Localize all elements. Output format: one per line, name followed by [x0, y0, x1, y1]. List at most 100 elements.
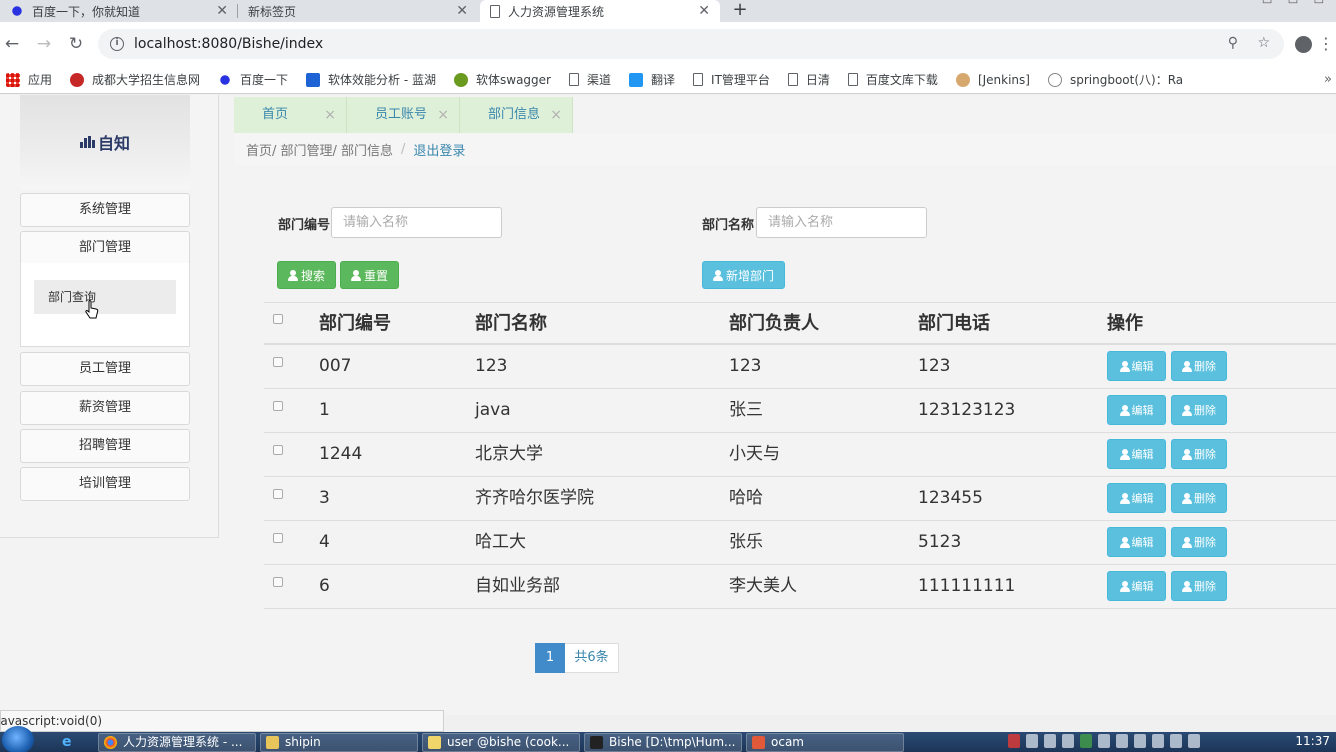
bookmark-label: 渠道 — [587, 73, 612, 87]
close-icon[interactable]: × — [550, 97, 562, 133]
edit-button-label: 编辑 — [1131, 580, 1154, 593]
zoom-icon[interactable]: ⚲ — [1228, 35, 1238, 51]
edit-button[interactable]: 编辑 — [1107, 527, 1166, 557]
bookmark-item[interactable]: [Jenkins] — [955, 72, 1030, 87]
bookmark-item[interactable]: 日清 — [787, 71, 830, 88]
edit-button[interactable]: 编辑 — [1107, 571, 1166, 601]
close-icon[interactable]: × — [437, 97, 449, 133]
close-icon[interactable]: ✕ — [216, 3, 228, 19]
logout-link[interactable]: 退出登录 — [413, 140, 465, 159]
address-bar[interactable]: i localhost:8080/Bishe/index ⚲ ☆ — [98, 29, 1284, 59]
info-icon[interactable]: i — [110, 37, 124, 51]
row-checkbox[interactable] — [273, 401, 283, 411]
tab-employee-account[interactable]: 员工账号 × — [347, 97, 460, 133]
bookmark-item[interactable]: springboot(八)：Ra — [1047, 71, 1183, 88]
row-checkbox[interactable] — [273, 533, 283, 543]
edit-button[interactable]: 编辑 — [1107, 351, 1166, 381]
delete-button[interactable]: 删除 — [1171, 571, 1227, 601]
search-button[interactable]: 搜索 — [277, 261, 336, 289]
bookmark-item[interactable]: 百度一下 — [218, 71, 288, 88]
tab-department-info[interactable]: 部门信息 × — [460, 97, 573, 133]
menu-recruitment[interactable]: 招聘管理 — [20, 429, 190, 463]
address-url[interactable]: localhost:8080/Bishe/index — [134, 36, 323, 52]
bookmark-item[interactable]: 软体swagger — [454, 71, 551, 88]
wechat-icon[interactable] — [1080, 734, 1092, 748]
submenu-item-dept-query[interactable]: 部门查询 — [34, 280, 176, 314]
row-checkbox[interactable] — [273, 445, 283, 455]
row-checkbox[interactable] — [273, 489, 283, 499]
browser-tab-title: 人力资源管理系统 — [508, 4, 605, 19]
bluetooth-icon[interactable] — [1098, 734, 1110, 748]
menu-department[interactable]: 部门管理 — [20, 231, 190, 265]
taskbar-item-chrome[interactable]: 人力资源管理系统 - ... — [98, 733, 256, 752]
dept-no-input[interactable] — [331, 207, 502, 238]
cell-dept-phone: 5123 — [918, 532, 962, 552]
dept-name-input[interactable] — [756, 207, 927, 238]
user-icon — [1182, 536, 1192, 548]
back-arrow-icon[interactable]: ← — [0, 32, 24, 56]
edit-button[interactable]: 编辑 — [1107, 483, 1166, 513]
cell-dept-phone: 123 — [918, 356, 951, 376]
taskbar-item-navicat[interactable]: user @bishe (cook... — [422, 733, 580, 752]
close-icon[interactable]: ✕ — [456, 3, 468, 19]
bookmark-item[interactable]: 渠道 — [569, 71, 611, 88]
menu-system[interactable]: 系统管理 — [20, 193, 190, 227]
ie-icon[interactable]: e — [62, 734, 72, 750]
tab-home[interactable]: 首页 × — [234, 97, 347, 133]
logo-mark: 自知 — [79, 130, 130, 154]
taskbar-item-ide[interactable]: Bishe [D:\tmp\Hum... — [584, 733, 742, 752]
menu-employee[interactable]: 员工管理 — [20, 352, 190, 386]
add-department-button[interactable]: 新增部门 — [702, 261, 785, 289]
bookmark-item[interactable]: 百度文库下载 — [847, 71, 938, 88]
edit-button[interactable]: 编辑 — [1107, 439, 1166, 469]
taskbar-item-folder[interactable]: shipin — [260, 733, 418, 752]
network-icon[interactable] — [1170, 734, 1182, 748]
help-icon[interactable] — [1026, 734, 1038, 748]
tray-icon[interactable] — [1152, 734, 1164, 748]
profile-avatar-icon[interactable] — [1295, 36, 1312, 53]
volume-icon[interactable] — [1188, 734, 1200, 748]
bookmark-item[interactable]: 翻译 — [629, 71, 675, 88]
reload-icon[interactable]: ↻ — [64, 32, 88, 56]
bookmarks-more-icon[interactable]: » — [1324, 72, 1332, 87]
bookmark-item[interactable]: IT管理平台 — [693, 71, 770, 88]
tray-icon[interactable] — [1134, 734, 1146, 748]
forward-arrow-icon[interactable]: → — [32, 32, 56, 56]
delete-button[interactable]: 删除 — [1171, 439, 1227, 469]
tab-label: 首页 — [262, 107, 289, 122]
delete-button[interactable]: 删除 — [1171, 483, 1227, 513]
delete-button[interactable]: 删除 — [1171, 527, 1227, 557]
close-icon[interactable]: × — [324, 97, 336, 133]
menu-salary[interactable]: 薪资管理 — [20, 391, 190, 425]
bookmark-item[interactable]: 成都大学招生信息网 — [70, 71, 200, 88]
taskbar-item-ocam[interactable]: ocam — [746, 733, 904, 752]
page-button-current[interactable]: 1 — [535, 643, 565, 673]
close-icon[interactable]: ✕ — [698, 3, 710, 19]
start-button[interactable] — [2, 726, 34, 752]
tray-icon[interactable] — [1062, 734, 1074, 748]
browser-tab-newtab[interactable]: 新标签页 ✕ — [238, 0, 478, 22]
bookmark-star-icon[interactable]: ☆ — [1257, 35, 1270, 51]
delete-button[interactable]: 删除 — [1171, 395, 1227, 425]
bookmark-item[interactable]: 软体效能分析 - 蓝湖 — [306, 71, 436, 88]
menu-training[interactable]: 培训管理 — [20, 467, 190, 501]
delete-button[interactable]: 删除 — [1171, 351, 1227, 381]
sogou-icon[interactable] — [1008, 734, 1020, 748]
new-tab-button[interactable]: + — [730, 0, 750, 22]
search-button-label: 搜索 — [300, 268, 325, 283]
row-checkbox[interactable] — [273, 577, 283, 587]
tray-icon[interactable] — [1044, 734, 1056, 748]
logo-text: 自知 — [97, 134, 130, 153]
dept-name-label: 部门名称 — [702, 218, 755, 233]
browser-tab-active[interactable]: 人力资源管理系统 ✕ — [480, 0, 720, 22]
cell-dept-head: 张乐 — [729, 532, 763, 552]
browser-tab-baidu[interactable]: 百度一下，你就知道 ✕ — [0, 0, 238, 22]
bookmark-apps[interactable]: 应用 — [6, 71, 52, 88]
window-controls[interactable]: ▭ ▭ ▭ — [1262, 0, 1330, 7]
tray-icon[interactable] — [1116, 734, 1128, 748]
edit-button[interactable]: 编辑 — [1107, 395, 1166, 425]
select-all-checkbox[interactable] — [273, 314, 283, 324]
reset-button[interactable]: 重置 — [340, 261, 399, 289]
menu-kebab-icon[interactable]: ⋮ — [1318, 34, 1334, 53]
row-checkbox[interactable] — [273, 357, 283, 367]
